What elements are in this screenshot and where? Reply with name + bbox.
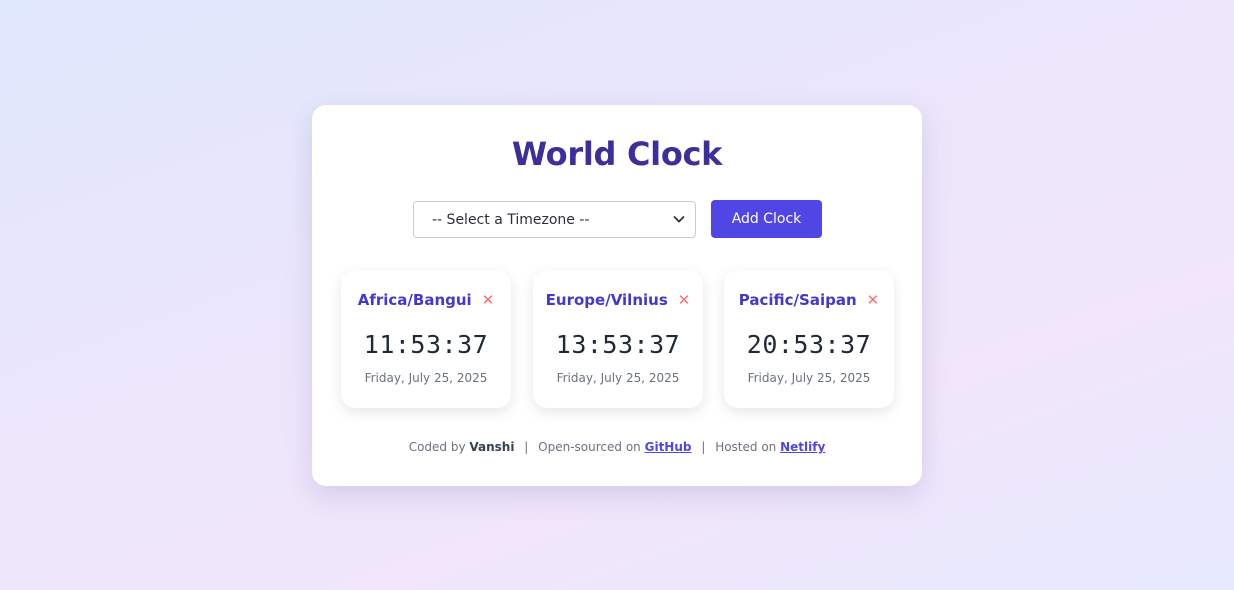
timezone-select-value: -- Select a Timezone -- — [432, 211, 590, 228]
clock-date: Friday, July 25, 2025 — [747, 371, 871, 385]
clock-card: Pacific/Saipan ✕ 20:53:37 Friday, July 2… — [724, 270, 894, 408]
add-clock-button[interactable]: Add Clock — [711, 200, 822, 238]
close-icon[interactable]: ✕ — [867, 292, 880, 308]
netlify-link[interactable]: Netlify — [780, 440, 825, 454]
clock-header: Africa/Bangui ✕ — [341, 291, 511, 309]
footer-open-prefix: Open-sourced on — [538, 440, 641, 454]
clock-card: Africa/Bangui ✕ 11:53:37 Friday, July 25… — [341, 270, 511, 408]
clock-date: Friday, July 25, 2025 — [556, 371, 680, 385]
close-icon[interactable]: ✕ — [482, 292, 495, 308]
clock-time: 20:53:37 — [746, 330, 872, 359]
page-title: World Clock — [511, 135, 723, 173]
clock-zone-name: Africa/Bangui — [357, 291, 472, 309]
footer-hosted-prefix: Hosted on — [715, 440, 777, 454]
close-icon[interactable]: ✕ — [678, 292, 691, 308]
footer-separator: | — [701, 440, 706, 454]
clock-date: Friday, July 25, 2025 — [364, 371, 488, 385]
clock-card: Europe/Vilnius ✕ 13:53:37 Friday, July 2… — [533, 270, 703, 408]
footer-author: Vanshi — [469, 440, 515, 454]
footer-coded-prefix: Coded by — [408, 440, 466, 454]
timezone-select[interactable]: -- Select a Timezone -- — [413, 201, 696, 238]
clock-zone-name: Pacific/Saipan — [738, 291, 857, 309]
footer: Coded by Vanshi | Open-sourced on GitHub… — [312, 440, 922, 454]
clock-time: 13:53:37 — [555, 330, 681, 359]
footer-separator: | — [524, 440, 529, 454]
clock-time: 11:53:37 — [363, 330, 489, 359]
github-link[interactable]: GitHub — [645, 440, 692, 454]
clock-header: Pacific/Saipan ✕ — [724, 291, 894, 309]
clock-header: Europe/Vilnius ✕ — [533, 291, 703, 309]
chevron-down-icon — [673, 213, 685, 226]
clock-zone-name: Europe/Vilnius — [545, 291, 668, 309]
world-clock-card: World Clock -- Select a Timezone -- Add … — [312, 105, 922, 486]
